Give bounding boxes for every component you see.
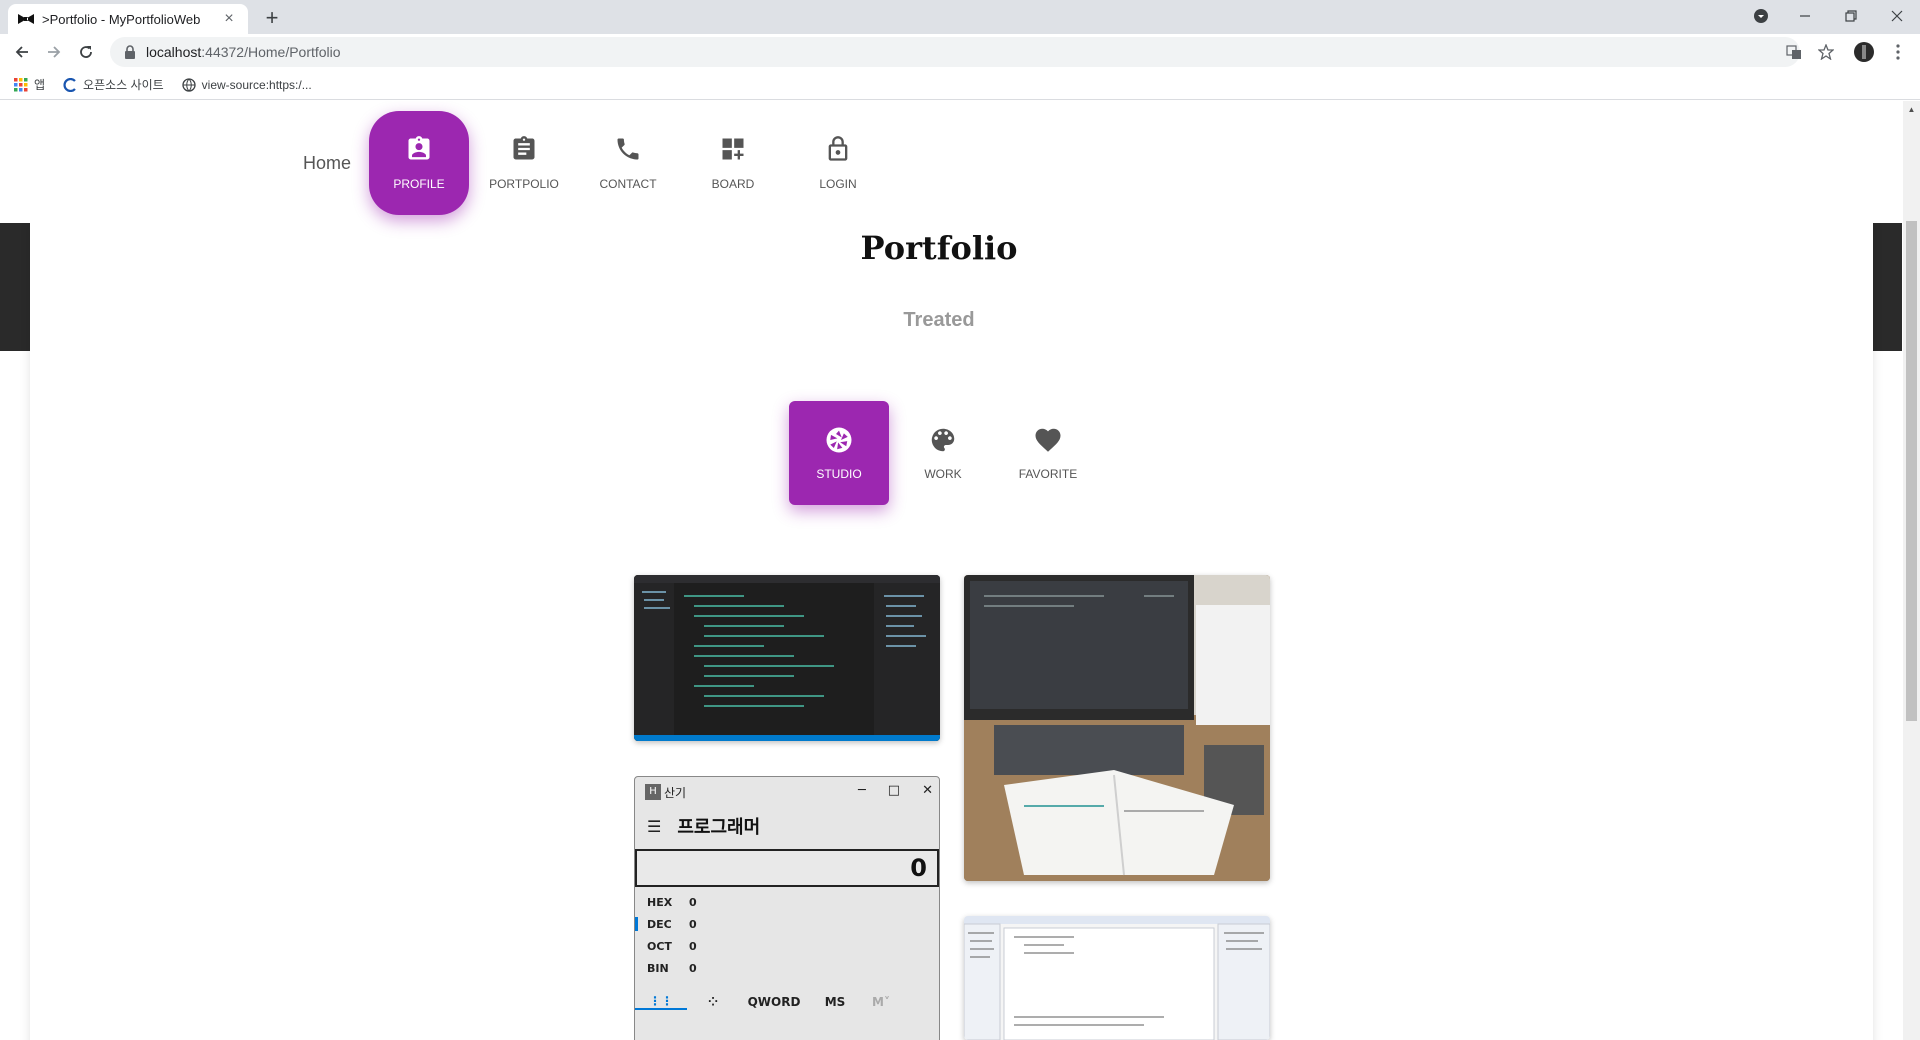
- new-tab-button[interactable]: +: [258, 5, 286, 33]
- translate-icon[interactable]: [1782, 40, 1806, 64]
- gallery-image-desk-photo[interactable]: [964, 575, 1270, 881]
- calculator-display: 0: [635, 849, 939, 887]
- tab-studio[interactable]: STUDIO: [789, 401, 889, 505]
- tab-title: >Portfolio - MyPortfolioWeb: [42, 11, 201, 27]
- scroll-up-arrow-icon[interactable]: ▲: [1903, 101, 1920, 118]
- close-window-icon[interactable]: [1874, 0, 1920, 32]
- reload-icon[interactable]: [72, 38, 100, 66]
- word-size-label: QWORD: [747, 995, 801, 1009]
- nav-item-login[interactable]: LOGIN: [788, 111, 888, 215]
- nav-item-label: PORTPOLIO: [489, 177, 559, 191]
- minimize-icon: ─: [857, 783, 866, 798]
- bookmark-apps[interactable]: 앱: [14, 76, 45, 93]
- clipboard-icon: [510, 135, 538, 163]
- forward-arrow-icon[interactable]: [40, 38, 68, 66]
- site-navbar: Home PROFILE PORTPOLIO CONTACT BOARD LOG…: [0, 101, 1903, 223]
- bookmark-label: 오픈소스 사이트: [83, 78, 164, 92]
- calculator-base-row: OCT 0: [647, 939, 697, 953]
- calculator-mode: 프로그래머: [677, 817, 761, 838]
- bookmark-label: view-source:https:/...: [201, 77, 312, 92]
- gallery-image-ide-screenshot[interactable]: [964, 916, 1270, 1040]
- browser-toolbar: localhost:44372/Home/Portfolio: [0, 34, 1920, 70]
- calculator-window-title: 산기: [664, 785, 687, 800]
- url-text: localhost:44372/Home/Portfolio: [146, 44, 341, 60]
- nav-item-contact[interactable]: CONTACT: [578, 111, 678, 215]
- calculator-base-row: BIN 0: [647, 961, 697, 975]
- address-bar[interactable]: localhost:44372/Home/Portfolio: [110, 37, 1800, 67]
- restore-icon[interactable]: [1828, 0, 1874, 32]
- nav-item-portpolio[interactable]: PORTPOLIO: [474, 111, 574, 215]
- calculator-titlebar: H 산기 ─ □ ✕: [635, 777, 939, 807]
- dashboard-add-icon: [719, 135, 747, 163]
- calculator-base-row: DEC 0: [635, 913, 939, 935]
- close-icon: ✕: [922, 783, 933, 798]
- keypad-grid-icon: ⋮⋮: [635, 994, 687, 1010]
- bookmark-label: 앱: [34, 78, 46, 92]
- page-subtitle: Treated: [903, 309, 975, 331]
- bit-toggle-icon: ⁘: [707, 995, 719, 1009]
- scrollbar-thumb[interactable]: [1906, 221, 1917, 721]
- bowtie-favicon-icon: [18, 11, 34, 27]
- page-scrollbar[interactable]: ▲: [1903, 101, 1920, 1040]
- badge-icon: [405, 135, 433, 163]
- minimize-icon[interactable]: [1782, 0, 1828, 32]
- page-viewport: Home PROFILE PORTPOLIO CONTACT BOARD LOG…: [0, 101, 1920, 1040]
- nav-item-label: LOGIN: [819, 177, 857, 191]
- palette-icon: [928, 425, 958, 455]
- calculator-base-row: HEX 0: [647, 895, 697, 909]
- bookmark-view-source[interactable]: view-source:https:/...: [182, 78, 312, 92]
- bookmarks-bar: 앱 오픈소스 사이트 view-source:https:/...: [0, 70, 1920, 100]
- nav-item-profile[interactable]: PROFILE: [369, 111, 469, 215]
- gallery-image-calculator[interactable]: H 산기 ─ □ ✕ ☰ 프로그래머 0 HEX 0 DEC 0 OCT 0 BIN 0…: [634, 776, 940, 1040]
- brand-home-link[interactable]: Home: [303, 153, 351, 174]
- apps-grid-icon: [14, 77, 28, 92]
- nav-item-board[interactable]: BOARD: [683, 111, 783, 215]
- nav-item-label: PROFILE: [393, 177, 445, 191]
- tab-strip: >Portfolio - MyPortfolioWeb × +: [0, 0, 1920, 34]
- main-card: [30, 223, 1873, 1040]
- hamburger-menu-icon: ☰: [647, 816, 662, 836]
- gallery-image-code-editor[interactable]: [634, 575, 940, 741]
- back-arrow-icon[interactable]: [8, 38, 36, 66]
- tab-label: FAVORITE: [1018, 467, 1078, 481]
- bookmark-star-icon[interactable]: [1814, 40, 1838, 64]
- lock-open-icon: [824, 135, 852, 163]
- camera-aperture-icon: [824, 425, 854, 455]
- site-logo-icon: [63, 77, 77, 92]
- profile-dropdown-icon[interactable]: [1738, 0, 1784, 32]
- globe-icon: [182, 77, 196, 92]
- nav-item-label: CONTACT: [599, 177, 657, 191]
- browser-tab[interactable]: >Portfolio - MyPortfolioWeb ×: [8, 4, 248, 34]
- lock-icon: [124, 45, 138, 59]
- tab-label: WORK: [924, 467, 962, 481]
- calculator-app-icon: H: [645, 784, 661, 800]
- memory-store-label: MS: [824, 995, 846, 1009]
- bookmark-opensource[interactable]: 오픈소스 사이트: [63, 76, 164, 93]
- maximize-icon: □: [887, 783, 901, 798]
- phone-icon: [614, 135, 642, 163]
- tab-label: STUDIO: [816, 467, 862, 481]
- tab-close-icon[interactable]: ×: [220, 10, 238, 28]
- avatar[interactable]: [1852, 40, 1876, 64]
- tab-work[interactable]: WORK: [893, 401, 993, 505]
- nav-item-label: BOARD: [711, 177, 755, 191]
- page-title: Portfolio: [860, 229, 1018, 267]
- tab-favorite[interactable]: FAVORITE: [998, 401, 1098, 505]
- memory-recall-label: M˅: [872, 995, 890, 1009]
- heart-icon: [1033, 425, 1063, 455]
- kebab-menu-icon[interactable]: [1886, 40, 1910, 64]
